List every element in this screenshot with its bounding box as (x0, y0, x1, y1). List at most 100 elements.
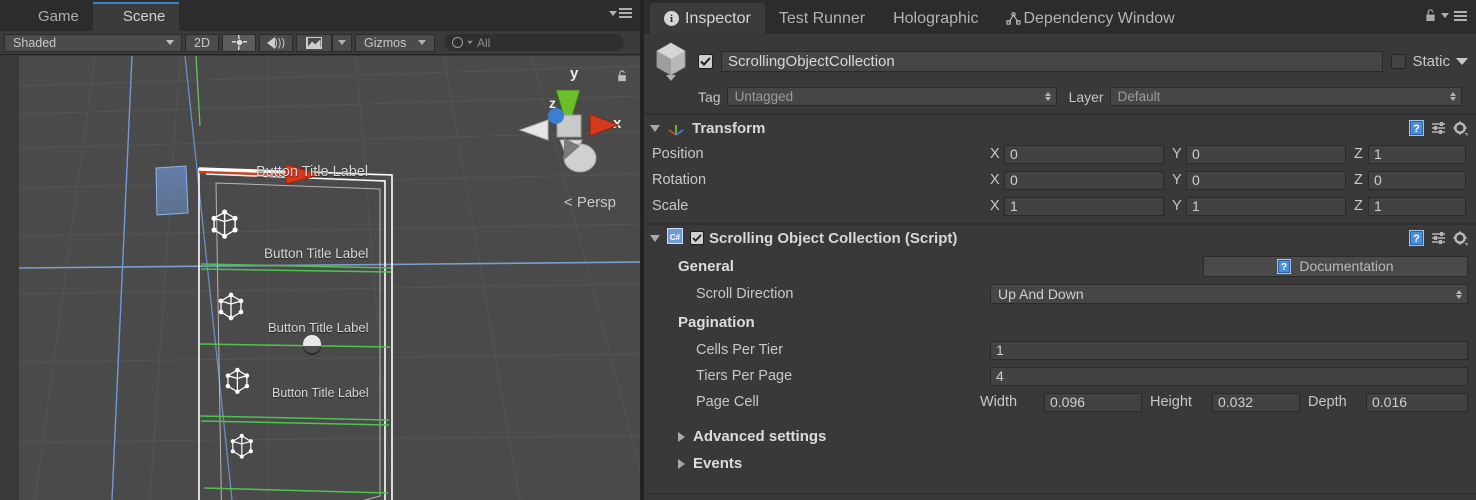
toggle-effects-button[interactable] (296, 33, 332, 52)
lock-icon[interactable] (1425, 9, 1436, 22)
axis-x-label: X (990, 172, 1000, 188)
scale-x-input[interactable]: 1 (1004, 196, 1164, 216)
axis-z-label: Z (1354, 198, 1363, 214)
preset-icon[interactable] (1431, 231, 1446, 245)
transform-component-header[interactable]: Transform ? (644, 115, 1476, 141)
tab-game[interactable]: Game (8, 2, 93, 31)
page-cell-height-input[interactable]: 0.032 (1212, 392, 1300, 412)
updown-arrows-icon (1044, 92, 1051, 101)
transform-title: Transform (692, 119, 766, 137)
pagination-section-row: Pagination (644, 307, 1476, 337)
events-label: Events (693, 455, 743, 472)
foldout-arrow-icon[interactable] (650, 124, 660, 132)
scale-label: Scale (652, 198, 689, 214)
tiers-per-page-value: 4 (996, 368, 1004, 384)
scene-panel-menu-button[interactable] (609, 8, 632, 18)
tab-inspector[interactable]: i Inspector (650, 3, 765, 34)
events-foldout[interactable]: Events (644, 450, 1476, 477)
tag-dropdown[interactable]: Untagged (726, 87, 1057, 106)
svg-text:y: y (570, 65, 579, 82)
advanced-settings-foldout[interactable]: Advanced settings (644, 423, 1476, 450)
gizmos-dropdown[interactable]: Gizmos (355, 33, 435, 52)
tab-scene[interactable]: Scene (92, 2, 180, 31)
panel-menu-icon (619, 8, 632, 18)
tiers-per-page-label: Tiers Per Page (696, 368, 793, 384)
page-cell-height-value: 0.032 (1218, 394, 1254, 410)
static-checkbox[interactable] (1391, 53, 1407, 69)
gameobject-name-input[interactable]: ScrollingObjectCollection (721, 50, 1384, 72)
inspector-header-controls (1425, 9, 1467, 22)
inspector-panel: i Inspector Test Runner Holographic Depe… (644, 0, 1476, 500)
scale-x-value: 1 (1010, 198, 1018, 214)
rotation-y-input[interactable]: 0 (1186, 170, 1346, 190)
rotation-z-value: 0 (1374, 172, 1382, 188)
scene-projection-mode[interactable]: < Persp (564, 194, 616, 211)
page-cell-width-value: 0.096 (1050, 394, 1086, 410)
scroll-direction-value: Up And Down (998, 286, 1084, 302)
toggle-2d-button[interactable]: 2D (185, 33, 219, 52)
rotation-x-value: 0 (1010, 172, 1018, 188)
lock-icon[interactable] (616, 70, 628, 82)
dependency-graph-icon (1006, 12, 1022, 25)
page-cell-width-input[interactable]: 0.096 (1044, 392, 1142, 412)
tag-value: Untagged (734, 89, 794, 104)
documentation-button[interactable]: ? Documentation (1203, 255, 1468, 277)
toggle-lighting-button[interactable] (222, 33, 256, 52)
scale-z-value: 1 (1374, 198, 1382, 214)
page-cell-depth-input[interactable]: 0.016 (1366, 392, 1468, 412)
preset-icon[interactable] (1431, 121, 1446, 135)
scene-viewport[interactable]: Button Title Label Button Title Label Bu… (0, 56, 640, 500)
rotation-label: Rotation (652, 172, 707, 188)
scale-z-input[interactable]: 1 (1368, 196, 1466, 216)
layer-dropdown[interactable]: Default (1109, 87, 1462, 106)
scene-tab-bar: Game Scene (0, 0, 640, 31)
check-icon (692, 234, 702, 242)
tab-holographic[interactable]: Holographic (879, 3, 992, 34)
panel-menu-icon[interactable] (1454, 10, 1467, 21)
grid-icon (103, 9, 118, 24)
scene-panel: Game Scene Shaded 2D ))) Gizmos All Butt… (0, 0, 640, 500)
tab-test-runner[interactable]: Test Runner (765, 3, 879, 34)
chevron-down-icon[interactable] (1441, 13, 1449, 18)
scroll-direction-label: Scroll Direction (696, 286, 794, 302)
scale-y-input[interactable]: 1 (1186, 196, 1346, 216)
gear-icon[interactable] (1453, 231, 1468, 246)
tab-dependency-window[interactable]: Dependency Window (992, 3, 1188, 34)
scene-search-input[interactable]: All (444, 34, 624, 51)
gameobject-name-value: ScrollingObjectCollection (728, 52, 895, 70)
gear-icon[interactable] (1453, 121, 1468, 136)
tiers-per-page-input[interactable]: 4 (990, 366, 1468, 386)
chevron-down-icon[interactable] (1456, 57, 1468, 65)
static-toggle[interactable]: Static (1391, 53, 1468, 70)
position-z-input[interactable]: 1 (1368, 144, 1466, 164)
foldout-arrow-icon[interactable] (678, 458, 685, 469)
draw-mode-dropdown[interactable]: Shaded (4, 33, 182, 52)
general-section-row: General ? Documentation (644, 251, 1476, 281)
script-component-header[interactable]: C# Scrolling Object Collection (Script) … (644, 225, 1476, 251)
position-y-input[interactable]: 0 (1186, 144, 1346, 164)
tab-dependency-window-label: Dependency Window (1023, 9, 1175, 27)
gameobject-enabled-checkbox[interactable] (698, 53, 713, 69)
cells-per-tier-input[interactable]: 1 (990, 340, 1468, 360)
tab-scene-label: Scene (122, 8, 166, 25)
cube-prefab-icon (656, 42, 686, 81)
position-x-input[interactable]: 0 (1004, 144, 1164, 164)
csharp-script-icon: C# (667, 227, 683, 249)
rotation-z-input[interactable]: 0 (1368, 170, 1466, 190)
axis-y-label: Y (1172, 198, 1182, 214)
draw-mode-label: Shaded (13, 35, 57, 50)
book-help-icon: ? (1277, 258, 1292, 274)
effects-dropdown[interactable] (332, 33, 352, 52)
check-icon (700, 56, 711, 66)
help-icon[interactable]: ? (1409, 230, 1424, 246)
tab-inspector-label: Inspector (685, 9, 751, 27)
scroll-direction-dropdown[interactable]: Up And Down (990, 284, 1468, 304)
sun-icon (231, 35, 247, 50)
foldout-arrow-icon[interactable] (650, 234, 660, 242)
toggle-audio-button[interactable]: ))) (259, 33, 293, 52)
script-enabled-checkbox[interactable] (690, 231, 704, 245)
image-icon (306, 36, 322, 49)
help-icon[interactable]: ? (1409, 120, 1424, 136)
rotation-x-input[interactable]: 0 (1004, 170, 1164, 190)
foldout-arrow-icon[interactable] (678, 431, 685, 442)
